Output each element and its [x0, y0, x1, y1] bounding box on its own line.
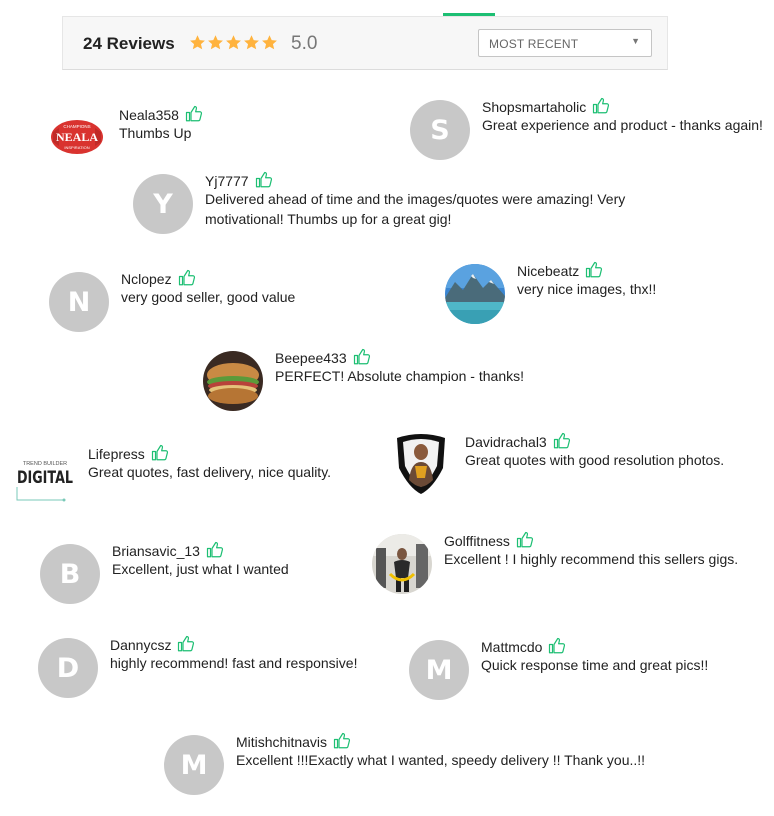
header-accent-bar — [443, 13, 495, 16]
rating-value: 5.0 — [291, 33, 318, 54]
review-username[interactable]: Yj7777 — [205, 171, 273, 189]
thumbs-up-icon — [185, 105, 203, 122]
thumbs-up-icon — [353, 348, 370, 365]
username-text[interactable]: Yj7777 — [205, 173, 249, 189]
avatar: D — [38, 638, 98, 698]
review-username[interactable]: Shopsmartaholic — [482, 97, 610, 115]
avatar: M — [164, 735, 224, 795]
thumbs-up-icon — [255, 171, 272, 188]
review-text: very good seller, good value — [121, 289, 296, 305]
thumbs-up-icon — [593, 97, 610, 114]
thumbs-up-icon — [206, 541, 224, 558]
sort-selected-value: MOST RECENT — [489, 37, 579, 51]
avatar-neala-logo: CHAMPIONS NEALA INSPIRATION — [49, 118, 105, 156]
review-username[interactable]: Golffitness — [444, 531, 534, 549]
thumbs-up-icon — [586, 261, 603, 278]
review-text: Excellent, just what I wanted — [112, 561, 289, 577]
review-username[interactable]: Briansavic_13 — [112, 541, 224, 559]
username-text[interactable]: Lifepress — [88, 446, 145, 462]
thumbs-up-icon — [178, 635, 195, 652]
review-username[interactable]: Neala358 — [119, 105, 203, 123]
star-icon — [226, 35, 241, 50]
review-username[interactable]: Nicebeatz — [517, 261, 603, 279]
review-username[interactable]: Mattmcdo — [481, 637, 566, 655]
avatar: M — [409, 640, 469, 700]
reviews-header: 24 Reviews 5.0 MOST RECENT ▼ — [62, 16, 668, 70]
review-text: highly recommend! fast and responsive! — [110, 655, 358, 671]
username-text[interactable]: Nicebeatz — [517, 263, 579, 279]
review-text: Excellent ! I highly recommend this sell… — [444, 551, 739, 567]
caret-down-icon: ▼ — [631, 36, 640, 46]
review-text: Thumbs Up — [119, 125, 192, 141]
review-text: Excellent !!!Exactly what I wanted, spee… — [236, 752, 646, 768]
avatar-photo-gym — [372, 534, 432, 594]
review-count: 24 Reviews — [83, 34, 175, 53]
review-username[interactable]: Dannycsz — [110, 635, 195, 653]
username-text[interactable]: Nclopez — [121, 271, 172, 287]
review-text: Great experience and product - thanks ag… — [482, 117, 763, 133]
rating-stars — [189, 34, 278, 51]
avatar-photo-lake — [445, 264, 505, 324]
lifepress-logo-main: DIGITAL — [17, 468, 73, 488]
sort-dropdown[interactable]: MOST RECENT ▼ — [478, 29, 652, 57]
username-text[interactable]: Mitishchitnavis — [236, 734, 327, 750]
username-text[interactable]: Neala358 — [119, 107, 179, 123]
username-text[interactable]: Davidrachal3 — [465, 434, 547, 450]
review-text: Quick response time and great pics!! — [481, 657, 709, 673]
thumbs-up-icon — [516, 531, 533, 548]
thumbs-up-icon — [178, 269, 195, 286]
review-username[interactable]: Mitishchitnavis — [236, 732, 351, 750]
star-icon — [262, 35, 277, 50]
username-text[interactable]: Shopsmartaholic — [482, 99, 586, 115]
star-icon — [208, 35, 223, 50]
avatar: N — [49, 272, 109, 332]
username-text[interactable]: Mattmcdo — [481, 639, 542, 655]
neala-logo-bottom: INSPIRATION — [64, 145, 89, 150]
star-icon — [244, 35, 259, 50]
avatar: S — [410, 100, 470, 160]
review-text: Great quotes, fast delivery, nice qualit… — [88, 464, 332, 480]
username-text[interactable]: Briansavic_13 — [112, 543, 200, 559]
lifepress-logo-top: TREND BUILDER — [23, 461, 67, 467]
username-text[interactable]: Golffitness — [444, 533, 510, 549]
review-text: PERFECT! Absolute champion - thanks! — [275, 368, 524, 384]
username-text[interactable]: Beepee433 — [275, 350, 347, 366]
review-username[interactable]: Lifepress — [88, 444, 169, 462]
thumbs-up-icon — [549, 637, 566, 654]
review-text: Great quotes with good resolution photos… — [465, 452, 725, 468]
neala-logo-main: NEALA — [56, 130, 98, 144]
avatar-photo-person — [393, 432, 449, 496]
thumbs-up-icon — [151, 444, 168, 461]
neala-logo-top: CHAMPIONS — [63, 124, 90, 129]
avatar-photo-sandwich — [203, 351, 263, 411]
review-username[interactable]: Davidrachal3 — [465, 432, 571, 450]
review-text: very nice images, thx!! — [517, 281, 657, 297]
review-username[interactable]: Beepee433 — [275, 348, 371, 366]
avatar: Y — [133, 174, 193, 234]
review-text: Delivered ahead of time and the images/q… — [205, 191, 626, 227]
avatar-lifepress-logo: TREND BUILDER DIGITAL — [14, 456, 76, 504]
avatar: B — [40, 544, 100, 604]
thumbs-up-icon — [333, 732, 351, 749]
username-text[interactable]: Dannycsz — [110, 637, 171, 653]
reviews-page: 24 Reviews 5.0 MOST RECENT ▼ CHAMPIONS N… — [0, 0, 774, 816]
star-icon — [190, 35, 205, 50]
thumbs-up-icon — [553, 432, 570, 449]
review-username[interactable]: Nclopez — [121, 269, 196, 287]
